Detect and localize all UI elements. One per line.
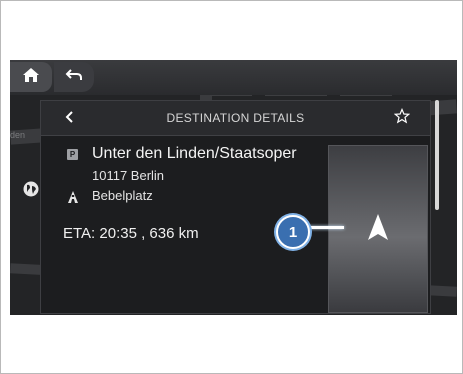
figure-frame: den e — [0, 0, 463, 374]
home-icon — [22, 67, 40, 88]
navigation-arrow-icon — [367, 213, 389, 246]
start-navigation-button[interactable] — [328, 145, 428, 313]
eta-distance: ETA: 20:35 , 636 km — [63, 225, 199, 242]
destination-city: 10117 Berlin — [92, 168, 165, 183]
top-bar — [10, 60, 457, 95]
globe-button[interactable] — [20, 180, 42, 202]
dialog-header: DESTINATION DETAILS — [41, 101, 430, 136]
infotainment-screen: den e — [10, 60, 457, 315]
favorite-button[interactable] — [391, 107, 413, 129]
destination-details-dialog: DESTINATION DETAILS P Unter den Linden/S… — [40, 100, 431, 314]
back-arrow-icon — [65, 68, 83, 87]
parking-icon: P — [67, 149, 78, 160]
poi-name: Bebelplatz — [92, 188, 153, 203]
scrollbar[interactable] — [435, 100, 439, 210]
star-outline-icon — [393, 107, 411, 129]
globe-icon — [22, 180, 40, 203]
map-label: den — [10, 130, 26, 140]
callout-marker: 1 — [276, 215, 310, 249]
home-button[interactable] — [10, 62, 52, 92]
back-button[interactable] — [54, 62, 94, 92]
destination-address: Unter den Linden/Staatsoper — [92, 145, 297, 162]
landmark-icon — [67, 191, 79, 203]
dialog-title: DESTINATION DETAILS — [166, 111, 305, 125]
